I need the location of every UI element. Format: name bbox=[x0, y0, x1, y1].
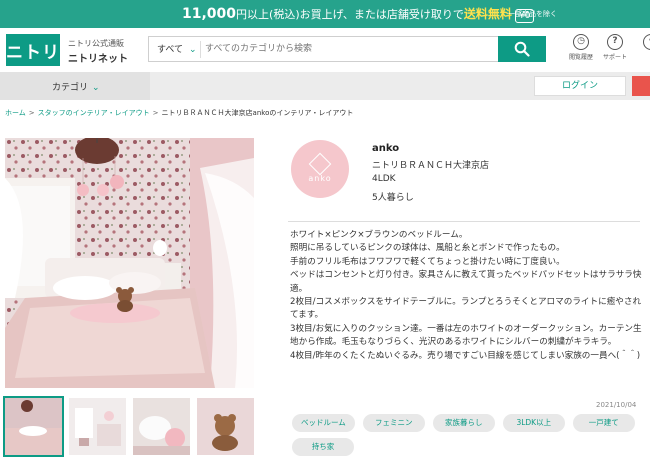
clock-icon: ◷ bbox=[573, 34, 589, 50]
photo-thumbnails bbox=[3, 396, 254, 457]
tag-chip[interactable]: フェミニン bbox=[362, 414, 425, 432]
description-line: 4枚目/昨年のくたくたぬいぐるみ。売り場ですごい目線を感じてしまい家族の一員へ(… bbox=[290, 350, 641, 361]
promo-banner[interactable]: 11,000円以上(税込)お買上げ、または店舗受け取りで送料無料 ¥0 一部商品を… bbox=[0, 0, 650, 28]
support-label: サポート bbox=[602, 54, 627, 61]
tag-chip[interactable]: 持ち家 bbox=[292, 438, 354, 456]
search-input[interactable] bbox=[205, 40, 495, 58]
user-store: ニトリＢＲＡＮＣＨ大津京店 bbox=[372, 161, 490, 171]
post-date: 2021/10/04 bbox=[596, 401, 637, 409]
description-line: 3枚目/お気に入りのクッション達。一番は左のホワイトのオーダークッション。カーテ… bbox=[290, 323, 642, 348]
thumbnail-3-image bbox=[133, 398, 190, 455]
site-subtitle: ニトリ公式通販 bbox=[68, 39, 124, 48]
tag-chip[interactable]: ベッドルーム bbox=[292, 414, 355, 432]
search-bar: すべて ⌄ bbox=[148, 36, 546, 62]
nitori-logo[interactable]: ニトリ bbox=[6, 34, 60, 66]
breadcrumb: ホーム > スタッフのインテリア・レイアウト > ニトリＢＲＡＮＣＨ大津京店ankoのイ… bbox=[5, 108, 353, 118]
login-button[interactable]: ログイン bbox=[534, 76, 626, 96]
promo-amount: 11,000 bbox=[182, 6, 237, 22]
promo-text: 円以上(税込)お買上げ、または店舗受け取りで bbox=[236, 8, 464, 21]
description-line: ホワイト×ピンク×ブラウンのベッドルーム。 bbox=[290, 230, 468, 240]
category-nav: カテゴリ ⌄ ログイン bbox=[0, 72, 650, 100]
tag-chip[interactable]: 家族暮らし bbox=[432, 414, 495, 432]
description-line: 2枚目/コスメボックスをサイドテーブルに。ランプとろうそくとアロマのライトに癒や… bbox=[290, 297, 642, 321]
promo-note: 一部商品を除く bbox=[508, 10, 557, 18]
description-line: 手前のフリル毛布はフワフワで軽くてちょっと掛けたい時に丁度良い。 bbox=[290, 256, 565, 267]
thumbnail-1-image bbox=[5, 398, 62, 455]
register-button[interactable] bbox=[632, 76, 650, 96]
thumbnail-2-image bbox=[69, 398, 126, 455]
search-divider bbox=[200, 41, 201, 58]
category-label: カテゴリ bbox=[52, 83, 89, 93]
tag-list: ベッドルーム フェミニン 家族暮らし 3LDK以上 一戸建て 持ち家 bbox=[292, 414, 644, 456]
logo-text: ニトリ bbox=[6, 42, 60, 63]
chevron-down-icon: ⌄ bbox=[92, 83, 100, 93]
support-link[interactable]: ? サポート bbox=[600, 34, 630, 61]
search-category-select[interactable]: すべて ⌄ bbox=[157, 42, 197, 55]
user-name: anko bbox=[372, 143, 400, 154]
chevron-down-icon: ⌄ bbox=[189, 45, 197, 55]
description-line: 照明に吊るしているピンクの球体は、風船と糸とボンドで作ったもの。 bbox=[290, 243, 565, 254]
breadcrumb-current: ニトリＢＲＡＮＣＨ大津京店ankoのインテリア・レイアウト bbox=[161, 109, 354, 117]
breadcrumb-home[interactable]: ホーム bbox=[5, 109, 26, 117]
tag-chip[interactable]: 一戸建て bbox=[572, 414, 635, 432]
question-icon: ? bbox=[607, 34, 623, 50]
history-link[interactable]: ◷ 閲覧履歴 bbox=[566, 34, 596, 61]
main-room-photo[interactable] bbox=[5, 138, 254, 388]
description-line: ベッドはコンセントと灯り付き。家具さんに教えて貰ったベッドパッドセットはサラサラ… bbox=[290, 270, 642, 294]
post-description: ホワイト×ピンク×ブラウンのベッドルーム。 照明に吊るしているピンクの球体は、風… bbox=[290, 229, 642, 363]
avatar-logo-icon bbox=[308, 152, 332, 175]
store-link[interactable]: • bbox=[636, 34, 650, 52]
user-layout: 4LDK bbox=[372, 174, 396, 184]
divider bbox=[288, 221, 640, 222]
category-menu-button[interactable]: カテゴリ ⌄ bbox=[0, 72, 150, 100]
promo-message: 11,000円以上(税込)お買上げ、または店舗受け取りで送料無料 ¥0 bbox=[182, 5, 535, 23]
thumbnail-4-image bbox=[197, 398, 254, 455]
search-category-label: すべて bbox=[157, 45, 184, 55]
site-name: ニトリネット bbox=[68, 54, 128, 65]
promo-free-shipping: 送料無料 bbox=[463, 7, 512, 21]
user-avatar: anko bbox=[291, 140, 349, 198]
search-icon bbox=[514, 41, 530, 57]
bedroom-photo-illustration bbox=[5, 138, 254, 388]
breadcrumb-separator: > bbox=[152, 109, 159, 117]
thumbnail-3[interactable] bbox=[133, 398, 190, 455]
breadcrumb-staff-interior[interactable]: スタッフのインテリア・レイアウト bbox=[38, 109, 150, 117]
search-button[interactable] bbox=[498, 36, 546, 62]
user-household: 5人暮らし bbox=[372, 193, 414, 203]
thumbnail-1[interactable] bbox=[3, 396, 64, 457]
thumbnail-4[interactable] bbox=[197, 398, 254, 455]
map-pin-icon: • bbox=[643, 34, 650, 50]
breadcrumb-separator: > bbox=[28, 109, 35, 117]
history-label: 閲覧履歴 bbox=[568, 54, 593, 61]
tag-chip[interactable]: 3LDK以上 bbox=[502, 414, 565, 432]
site-header: ニトリ ニトリ公式通販 ニトリネット すべて ⌄ ◷ 閲覧履歴 ? サポート • bbox=[0, 28, 650, 72]
thumbnail-2[interactable] bbox=[69, 398, 126, 455]
